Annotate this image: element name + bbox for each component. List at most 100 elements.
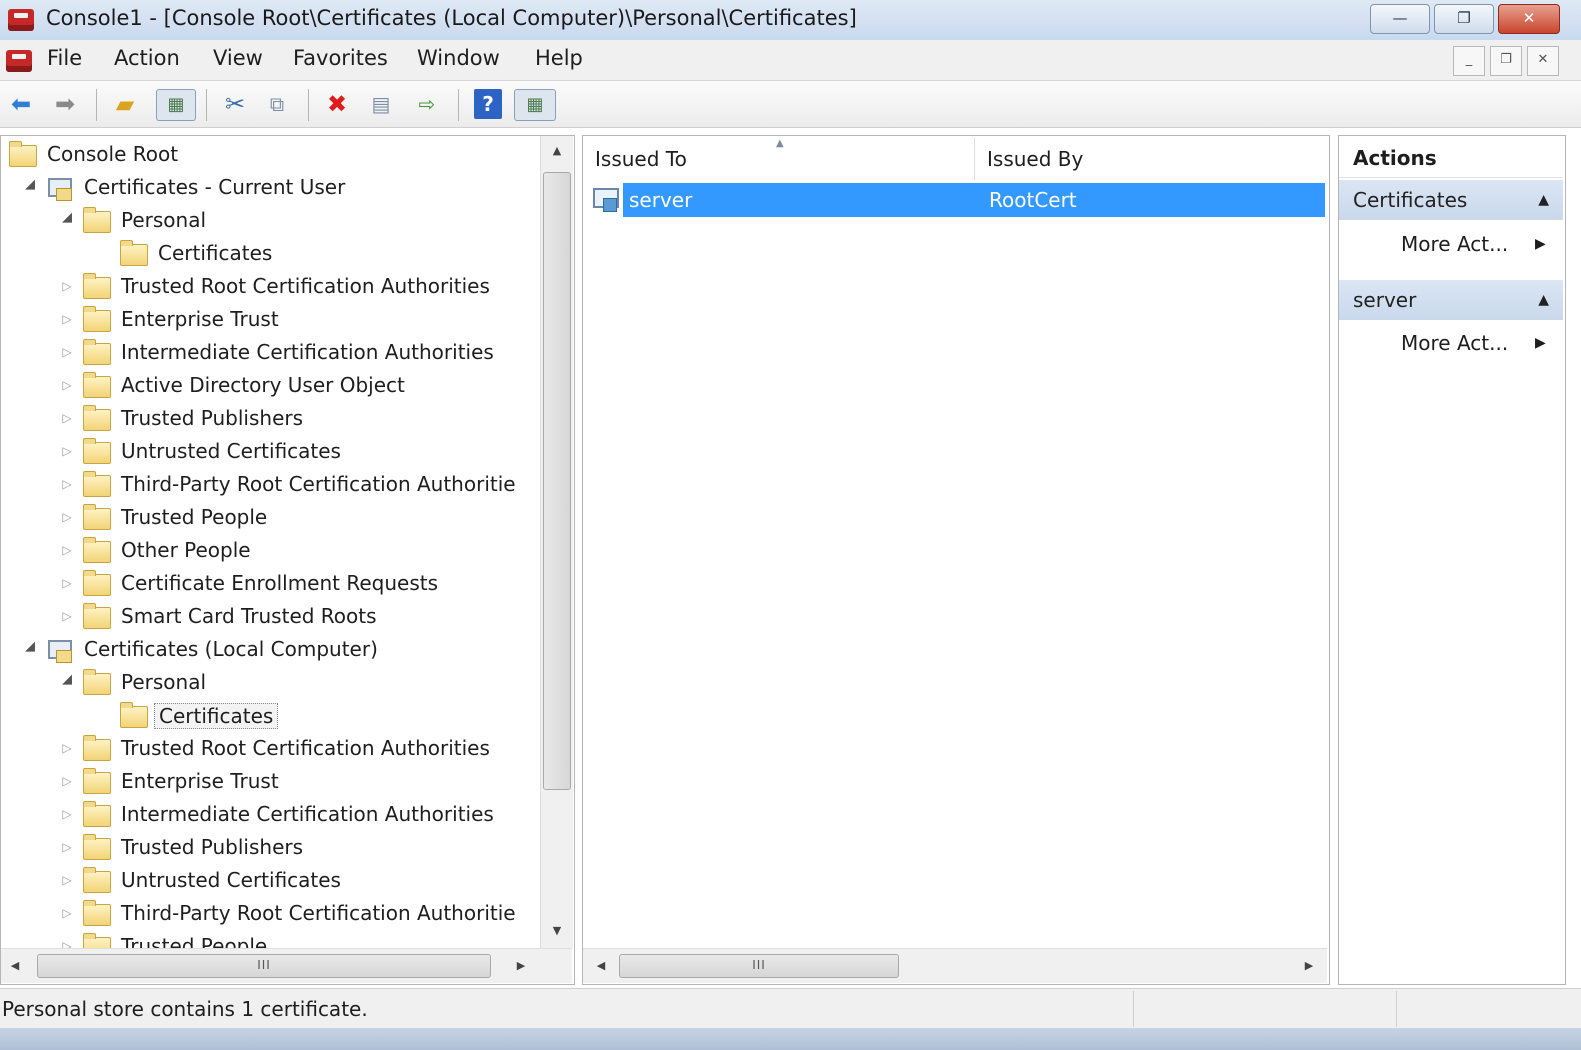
- status-bar: Personal store contains 1 certificate.: [0, 988, 1581, 1029]
- tree-collapsed-icon[interactable]: ▷: [59, 312, 75, 326]
- tree-collapsed-icon[interactable]: ▷: [59, 807, 75, 821]
- tree-item[interactable]: ◢ Personal: [1, 205, 541, 238]
- mdi-close-button[interactable]: ✕: [1527, 46, 1559, 76]
- list-horizontal-scrollbar[interactable]: ◀ III ▶: [583, 948, 1327, 983]
- tree-collapsed-icon[interactable]: ▷: [59, 840, 75, 854]
- tree-item-label: Third-Party Root Certification Authoriti…: [121, 472, 516, 496]
- scroll-left-arrow-icon[interactable]: ◀: [7, 959, 23, 972]
- properties-icon[interactable]: ▤: [366, 89, 396, 119]
- tree-collapsed-icon[interactable]: ▷: [59, 741, 75, 755]
- help-icon[interactable]: ?: [474, 89, 502, 119]
- show-hide-action-pane-icon[interactable]: ▦: [514, 89, 556, 121]
- tree-item[interactable]: ▷ Active Directory User Object: [1, 370, 541, 403]
- tree-item[interactable]: ▷ Trusted Root Certification Authorities: [1, 271, 541, 304]
- tree-item[interactable]: ◢ Personal: [1, 667, 541, 700]
- tree-vertical-scrollbar[interactable]: ▲ ▼: [540, 136, 573, 948]
- tree-collapsed-icon[interactable]: ▷: [59, 873, 75, 887]
- tree-item[interactable]: ▷ Untrusted Certificates: [1, 865, 541, 898]
- tree-horizontal-scroll-thumb[interactable]: III: [37, 954, 491, 978]
- tree-collapsed-icon[interactable]: ▷: [59, 444, 75, 458]
- tree-item-label: Trusted People: [121, 505, 268, 529]
- tree-item[interactable]: ▷ Certificate Enrollment Requests: [1, 568, 541, 601]
- restore-button[interactable]: ❐: [1434, 4, 1494, 34]
- folder-icon: [83, 834, 111, 860]
- export-list-icon[interactable]: ⇨: [412, 89, 442, 119]
- menu-help[interactable]: Help: [535, 46, 583, 70]
- actions-group-certificates[interactable]: Certificates ▲: [1339, 180, 1563, 220]
- scroll-up-arrow-icon[interactable]: ▲: [541, 144, 573, 157]
- menu-view[interactable]: View: [213, 46, 263, 70]
- tree-vertical-scroll-thumb[interactable]: [543, 172, 571, 790]
- tree-item[interactable]: ▷ Trusted People: [1, 502, 541, 535]
- up-folder-icon[interactable]: ▰: [110, 89, 140, 119]
- tree-expanded-icon[interactable]: ◢: [22, 639, 38, 654]
- tree-collapsed-icon[interactable]: ▷: [59, 378, 75, 392]
- mdi-restore-button[interactable]: ❐: [1490, 46, 1522, 76]
- tree-collapsed-icon[interactable]: ▷: [59, 939, 75, 948]
- scroll-right-arrow-icon[interactable]: ▶: [1301, 959, 1317, 972]
- show-hide-tree-icon[interactable]: ▦: [156, 89, 196, 121]
- tree-item[interactable]: ▷ Smart Card Trusted Roots: [1, 601, 541, 634]
- tree-item[interactable]: ▷ Trusted Root Certification Authorities: [1, 733, 541, 766]
- toolbar-separator: [458, 89, 459, 121]
- collapse-up-icon[interactable]: ▲: [1538, 280, 1549, 320]
- tree-item[interactable]: ◢ Certificates - Current User: [1, 172, 541, 205]
- tree-collapsed-icon[interactable]: ▷: [59, 510, 75, 524]
- console-icon[interactable]: [6, 50, 32, 72]
- tree-item[interactable]: ▷ Untrusted Certificates: [1, 436, 541, 469]
- tree-collapsed-icon[interactable]: ▷: [59, 345, 75, 359]
- tree-item[interactable]: ▷ Intermediate Certification Authorities: [1, 337, 541, 370]
- tree-item[interactable]: Certificates: [1, 238, 541, 271]
- tree-expanded-icon[interactable]: ◢: [59, 210, 75, 225]
- column-header-issued-by[interactable]: Issued By: [975, 138, 1327, 180]
- collapse-up-icon[interactable]: ▲: [1538, 180, 1549, 220]
- tree-item[interactable]: ▷ Trusted Publishers: [1, 832, 541, 865]
- tree-item[interactable]: ▷ Third-Party Root Certification Authorit…: [1, 898, 541, 931]
- tree-item[interactable]: ▷ Third-Party Root Certification Authorit…: [1, 469, 541, 502]
- tree-item[interactable]: ▷ Trusted People: [1, 931, 541, 948]
- tree-expanded-icon[interactable]: ◢: [59, 672, 75, 687]
- scroll-right-arrow-icon[interactable]: ▶: [513, 959, 529, 972]
- tree-item[interactable]: ▷ Trusted Publishers: [1, 403, 541, 436]
- close-button[interactable]: ✕: [1498, 4, 1560, 34]
- tree-item[interactable]: Certificates: [1, 700, 541, 733]
- certificate-row[interactable]: server RootCert: [623, 183, 1325, 217]
- tree-collapsed-icon[interactable]: ▷: [59, 906, 75, 920]
- scroll-down-arrow-icon[interactable]: ▼: [541, 924, 573, 937]
- tree-collapsed-icon[interactable]: ▷: [59, 543, 75, 557]
- tree-collapsed-icon[interactable]: ▷: [59, 477, 75, 491]
- copy-icon[interactable]: ⧉: [262, 89, 292, 119]
- menu-file[interactable]: File: [47, 46, 82, 70]
- tree-expanded-icon[interactable]: ◢: [22, 177, 38, 192]
- tree-collapsed-icon[interactable]: ▷: [59, 774, 75, 788]
- cut-icon[interactable]: ✂: [220, 89, 250, 119]
- list-horizontal-scroll-thumb[interactable]: III: [619, 954, 899, 978]
- tree-item[interactable]: ▷ Enterprise Trust: [1, 304, 541, 337]
- tree-item[interactable]: ▷ Enterprise Trust: [1, 766, 541, 799]
- tree-collapsed-icon[interactable]: ▷: [59, 279, 75, 293]
- menu-window[interactable]: Window: [417, 46, 500, 70]
- back-arrow-icon[interactable]: ⬅: [6, 89, 36, 119]
- tree-item[interactable]: Console Root: [1, 139, 541, 172]
- delete-icon[interactable]: ✖: [322, 89, 352, 119]
- minimize-button[interactable]: —: [1370, 4, 1430, 34]
- scroll-left-arrow-icon[interactable]: ◀: [593, 959, 609, 972]
- tree-item[interactable]: ▷ Intermediate Certification Authorities: [1, 799, 541, 832]
- mmc-app-icon[interactable]: [8, 9, 34, 31]
- forward-arrow-icon[interactable]: ➡: [50, 89, 80, 119]
- tree-collapsed-icon[interactable]: ▷: [59, 411, 75, 425]
- tree-item-label: Smart Card Trusted Roots: [121, 604, 377, 628]
- more-actions-link[interactable]: More Act...: [1401, 232, 1508, 256]
- menu-action[interactable]: Action: [114, 46, 180, 70]
- tree-collapsed-icon[interactable]: ▷: [59, 576, 75, 590]
- tree-item[interactable]: ▷ Other People: [1, 535, 541, 568]
- folder-icon: [83, 570, 111, 596]
- tree-horizontal-scrollbar[interactable]: ◀ III ▶: [1, 948, 572, 983]
- tree-item[interactable]: ◢ Certificates (Local Computer): [1, 634, 541, 667]
- more-actions-link[interactable]: More Act...: [1401, 331, 1508, 355]
- tree-collapsed-icon[interactable]: ▷: [59, 609, 75, 623]
- actions-group-server[interactable]: server ▲: [1339, 280, 1563, 320]
- menu-favorites[interactable]: Favorites: [293, 46, 388, 70]
- mdi-minimize-button[interactable]: _: [1453, 46, 1485, 76]
- tree-item-label: Untrusted Certificates: [121, 868, 341, 892]
